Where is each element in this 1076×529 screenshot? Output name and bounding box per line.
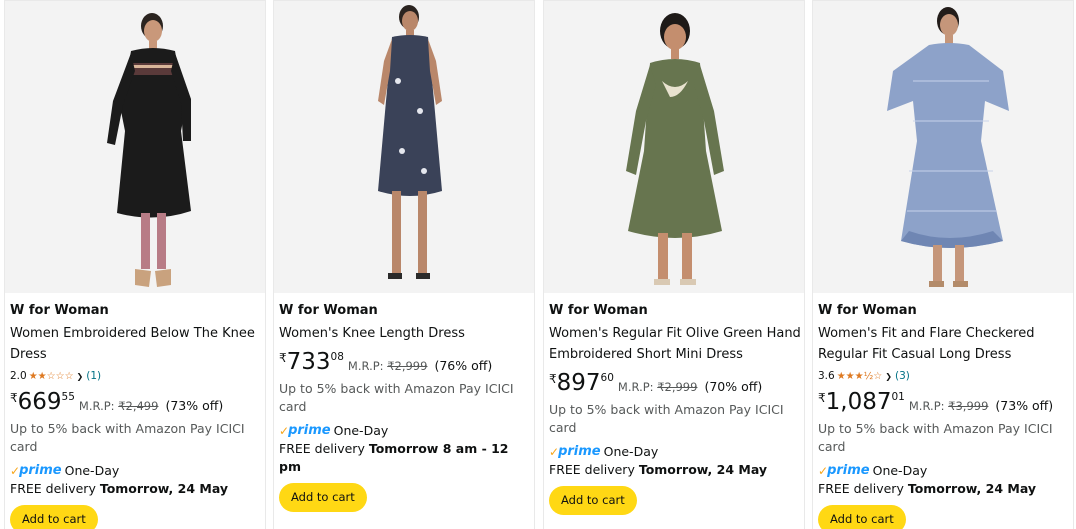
- delivery-info: FREE delivery Tomorrow, 24 May: [818, 480, 1070, 498]
- delivery-info: FREE delivery Tomorrow 8 am - 12 pm: [279, 440, 531, 476]
- product-photo: [107, 13, 191, 287]
- prime-logo-icon: ✓ prime: [818, 463, 870, 478]
- mrp-value: ₹2,499: [118, 399, 159, 413]
- price-fraction: 60: [600, 372, 614, 384]
- rating-value: 2.0: [10, 370, 27, 382]
- prime-badge: ✓ prime One-Day: [279, 423, 531, 439]
- delivery-date: Tomorrow, 24 May: [638, 462, 768, 477]
- product-image[interactable]: [274, 1, 534, 293]
- prime-badge: ✓ prime One-Day: [818, 463, 1070, 479]
- prime-logo-icon: ✓ prime: [10, 463, 62, 478]
- add-to-cart-button[interactable]: Add to cart: [818, 505, 906, 529]
- mrp: M.R.P: ₹3,999: [909, 399, 989, 413]
- mrp-label: M.R.P:: [347, 359, 384, 373]
- cashback-offer: Up to 5% back with Amazon Pay ICICI card: [10, 421, 245, 454]
- chevron-down-icon[interactable]: ❯: [77, 369, 84, 384]
- mrp-label: M.R.P:: [908, 399, 945, 413]
- price-row: ₹ 733 08 M.R.P: ₹2,999 (76% off): [279, 349, 531, 379]
- product-brand: W for Woman: [10, 303, 109, 318]
- product-title[interactable]: Women's Regular Fit Olive Green Hand Emb…: [549, 323, 801, 365]
- product-grid: W for Woman Women Embroidered Below The …: [0, 0, 1076, 529]
- product-title[interactable]: Women's Fit and Flare Checkered Regular …: [818, 323, 1070, 365]
- price-currency: ₹: [549, 372, 557, 386]
- price-whole: 669: [17, 389, 62, 415]
- cashback-offer: Up to 5% back with Amazon Pay ICICI card: [279, 381, 514, 414]
- price-fraction: 01: [891, 391, 905, 403]
- product-rating[interactable]: 3.6 ★★★½☆ ❯ (3): [818, 369, 1070, 384]
- price-fraction: 55: [61, 391, 75, 403]
- price-row: ₹ 669 55 M.R.P: ₹2,499 (73% off): [10, 389, 262, 419]
- rating-stars-icon: ★★☆☆☆: [28, 371, 74, 382]
- product-title[interactable]: Women Embroidered Below The Knee Dress: [10, 323, 262, 365]
- product-photo: [378, 5, 442, 279]
- delivery-date: Tomorrow, 24 May: [99, 481, 229, 496]
- discount: (76% off): [434, 358, 493, 373]
- review-count[interactable]: (1): [86, 369, 101, 384]
- add-to-cart-button[interactable]: Add to cart: [279, 483, 367, 512]
- product-photo: [626, 13, 724, 285]
- mrp: M.R.P: ₹2,999: [618, 380, 698, 394]
- prime-speed: One-Day: [333, 423, 389, 438]
- mrp-value: ₹2,999: [657, 380, 698, 394]
- cashback-offer: Up to 5% back with Amazon Pay ICICI card: [818, 421, 1053, 454]
- product-image[interactable]: [544, 1, 804, 293]
- chevron-down-icon[interactable]: ❯: [885, 369, 892, 384]
- rating-stars-icon: ★★★½☆: [836, 371, 883, 382]
- prime-logo-icon: ✓ prime: [279, 423, 331, 438]
- delivery-date: Tomorrow, 24 May: [907, 481, 1037, 496]
- prime-speed: One-Day: [872, 463, 928, 478]
- review-count[interactable]: (3): [895, 369, 910, 384]
- mrp-label: M.R.P:: [617, 380, 654, 394]
- product-image[interactable]: [5, 1, 265, 293]
- price-currency: ₹: [818, 391, 826, 405]
- delivery-prefix: FREE delivery: [549, 462, 635, 477]
- discount: (73% off): [995, 398, 1054, 413]
- mrp-label: M.R.P:: [78, 399, 115, 413]
- prime-speed: One-Day: [64, 463, 120, 478]
- mrp: M.R.P: ₹2,499: [79, 399, 159, 413]
- cashback-offer: Up to 5% back with Amazon Pay ICICI card: [549, 402, 784, 435]
- product-card: W for Woman Women's Fit and Flare Checke…: [812, 0, 1074, 529]
- price-whole: 733: [286, 349, 331, 375]
- product-title[interactable]: Women's Knee Length Dress: [279, 323, 531, 344]
- rating-value: 3.6: [818, 370, 835, 382]
- mrp-value: ₹2,999: [387, 359, 428, 373]
- discount: (70% off): [704, 379, 763, 394]
- prime-logo-icon: ✓ prime: [549, 444, 601, 459]
- delivery-info: FREE delivery Tomorrow, 24 May: [10, 480, 262, 498]
- price-currency: ₹: [279, 351, 287, 365]
- price-row: ₹ 1,087 01 M.R.P: ₹3,999 (73% off): [818, 389, 1070, 419]
- product-brand: W for Woman: [549, 303, 648, 318]
- product-brand: W for Woman: [279, 303, 378, 318]
- price-whole: 1,087: [825, 389, 892, 415]
- price-whole: 897: [556, 370, 601, 396]
- product-photo: [887, 7, 1009, 287]
- product-image[interactable]: [813, 1, 1073, 293]
- product-rating[interactable]: 2.0 ★★☆☆☆ ❯ (1): [10, 369, 262, 384]
- product-card: W for Woman Women Embroidered Below The …: [4, 0, 266, 529]
- product-card: W for Woman Women's Regular Fit Olive Gr…: [543, 0, 805, 529]
- price-row: ₹ 897 60 M.R.P: ₹2,999 (70% off): [549, 370, 801, 400]
- discount: (73% off): [165, 398, 224, 413]
- prime-speed: One-Day: [603, 444, 659, 459]
- mrp: M.R.P: ₹2,999: [348, 359, 428, 373]
- delivery-info: FREE delivery Tomorrow, 24 May: [549, 461, 801, 479]
- product-brand: W for Woman: [818, 303, 917, 318]
- price-fraction: 08: [330, 351, 344, 363]
- prime-badge: ✓ prime One-Day: [549, 444, 801, 460]
- price-currency: ₹: [10, 391, 18, 405]
- prime-badge: ✓ prime One-Day: [10, 463, 262, 479]
- product-card: W for Woman Women's Knee Length Dress ₹ …: [273, 0, 535, 529]
- delivery-prefix: FREE delivery: [279, 441, 365, 456]
- delivery-prefix: FREE delivery: [10, 481, 96, 496]
- mrp-value: ₹3,999: [948, 399, 989, 413]
- add-to-cart-button[interactable]: Add to cart: [10, 505, 98, 529]
- add-to-cart-button[interactable]: Add to cart: [549, 486, 637, 515]
- delivery-prefix: FREE delivery: [818, 481, 904, 496]
